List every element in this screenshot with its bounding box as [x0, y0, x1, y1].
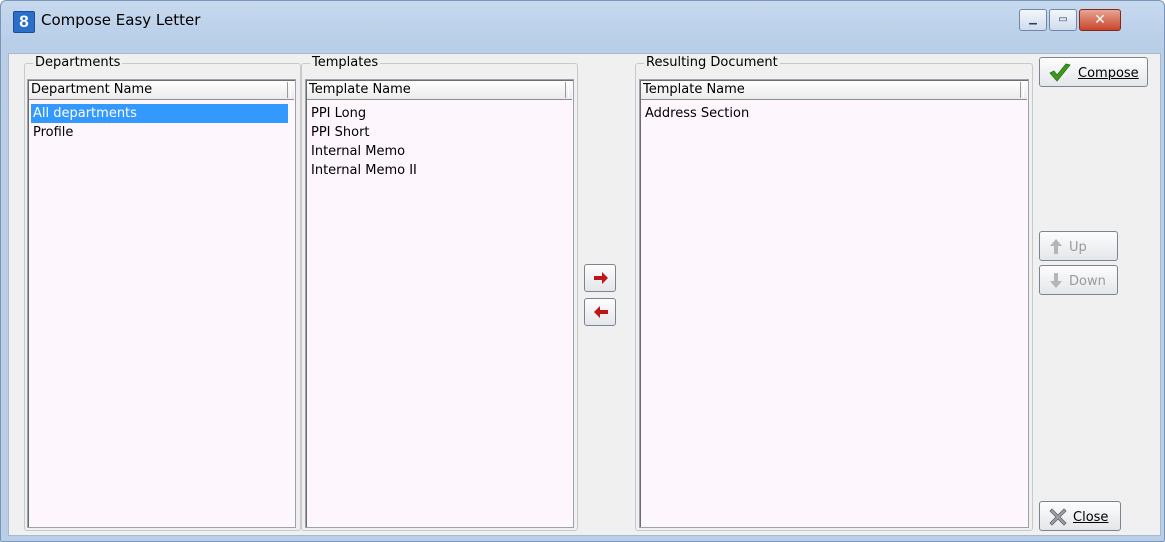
list-item[interactable]: PPI Short [309, 123, 566, 142]
templates-group-label: Templates [310, 55, 381, 70]
arrow-down-icon [1050, 273, 1062, 288]
template-name-header-label: Template Name [309, 82, 411, 97]
list-item[interactable]: Internal Memo [309, 142, 566, 161]
checkmark-icon [1049, 63, 1071, 82]
minimize-button[interactable]: ▁ [1019, 9, 1047, 31]
departments-group: Departments Department Name All departme… [24, 55, 301, 531]
column-separator[interactable] [287, 82, 291, 98]
list-item[interactable]: All departments [31, 104, 288, 123]
list-item[interactable]: Address Section [643, 104, 1021, 123]
maximize-icon: ▭ [1058, 14, 1068, 25]
arrow-right-icon [594, 272, 608, 284]
title-bar[interactable]: 8 Compose Easy Letter ▁ ▭ ✕ [1, 1, 1164, 41]
list-item[interactable]: PPI Long [309, 104, 566, 123]
department-name-header-label: Department Name [31, 82, 153, 97]
resulting-document-group-label: Resulting Document [644, 55, 780, 70]
departments-group-label: Departments [33, 55, 123, 70]
templates-items: PPI Long PPI Short Internal Memo Internal M… [309, 104, 566, 180]
list-item[interactable]: Profile [31, 123, 288, 142]
template-name-column-header[interactable]: Template Name [307, 81, 572, 100]
up-button-label: Up [1069, 240, 1087, 255]
departments-items: All departments Profile [31, 104, 288, 142]
templates-group: Templates Template Name PPI Long PPI Shor… [301, 55, 578, 531]
compose-easy-letter-window: 8 Compose Easy Letter ▁ ▭ ✕ Departments … [0, 0, 1165, 542]
resulting-items: Address Section [643, 104, 1021, 123]
down-button[interactable]: Down [1039, 265, 1118, 295]
templates-list[interactable]: Template Name PPI Long PPI Short Internal … [305, 79, 574, 528]
maximize-button[interactable]: ▭ [1049, 9, 1077, 31]
close-icon: ✕ [1094, 12, 1106, 28]
window-title: Compose Easy Letter [41, 11, 201, 29]
compose-button[interactable]: Compose [1039, 57, 1148, 87]
dialog-body: Departments Department Name All departme… [8, 53, 1161, 536]
resulting-template-name-header-label: Template Name [643, 82, 745, 97]
up-button[interactable]: Up [1039, 231, 1118, 261]
compose-button-label: Compose [1078, 66, 1139, 81]
resulting-document-list[interactable]: Template Name Address Section [639, 79, 1029, 528]
down-button-label: Down [1069, 274, 1106, 289]
resulting-template-name-column-header[interactable]: Template Name [641, 81, 1027, 100]
add-template-button[interactable] [584, 264, 616, 292]
close-button[interactable]: Close [1039, 501, 1121, 531]
column-separator[interactable] [565, 82, 569, 98]
departments-list[interactable]: Department Name All departments Profile [27, 79, 296, 528]
close-x-icon [1049, 508, 1067, 526]
minimize-icon: ▁ [1029, 14, 1037, 25]
list-item[interactable]: Internal Memo II [309, 161, 566, 180]
close-window-button[interactable]: ✕ [1079, 9, 1121, 31]
arrow-up-icon [1050, 239, 1062, 254]
resulting-document-group: Resulting Document Template Name Address… [635, 55, 1033, 531]
remove-template-button[interactable] [584, 298, 616, 326]
app-icon: 8 [13, 11, 35, 33]
arrow-left-icon [594, 306, 608, 318]
close-button-label: Close [1073, 510, 1109, 525]
column-separator[interactable] [1020, 82, 1024, 98]
department-name-column-header[interactable]: Department Name [29, 81, 294, 100]
